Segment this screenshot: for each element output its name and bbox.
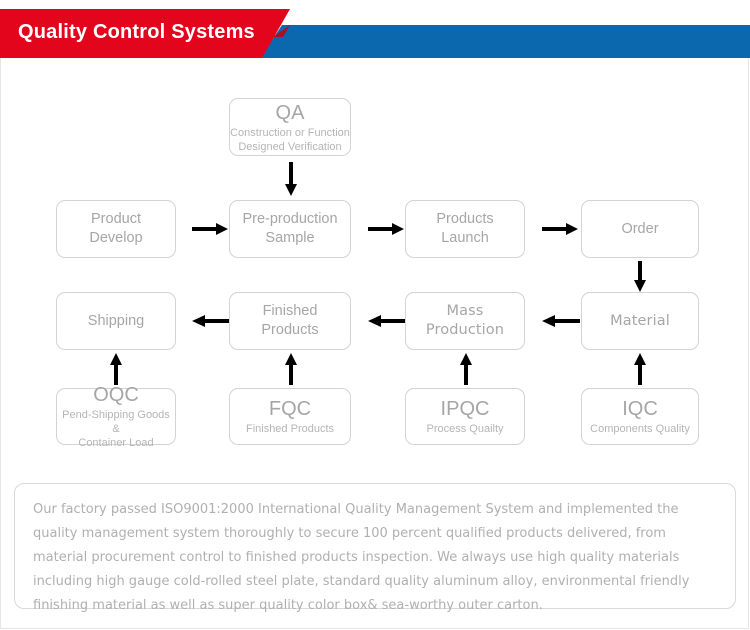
flow-node-products-launch-label: Products Launch: [436, 211, 494, 246]
quality-control-flowchart: QA Construction or Function Designed Ver…: [0, 58, 750, 473]
flow-node-pre-production-sample-label: Pre-production Sample: [242, 211, 338, 246]
arrow-products-launch-to-order: [542, 221, 580, 237]
arrow-mass-production-to-finished-products: [366, 313, 406, 329]
flow-node-finished-products-label: Finished Products: [261, 303, 319, 338]
flow-node-oqc-title: OQC: [93, 384, 139, 406]
header-blue-bar: [260, 25, 750, 58]
quality-statement-panel: Our factory passed ISO9001:2000 Internat…: [14, 483, 736, 613]
flow-node-material[interactable]: Material: [581, 292, 699, 350]
arrow-ipqc-to-mass-production: [459, 352, 473, 385]
flow-node-iqc-title: IQC: [622, 398, 658, 420]
flow-node-mass-production[interactable]: Mass Production: [405, 292, 525, 350]
page-title: Quality Control Systems: [18, 21, 255, 43]
arrow-oqc-to-shipping: [109, 352, 123, 385]
flow-node-product-develop[interactable]: Product Develop: [56, 200, 176, 258]
flow-node-fqc[interactable]: FQC Finished Products: [229, 388, 351, 445]
arrow-pre-production-to-products-launch: [368, 221, 406, 237]
flow-node-oqc-subtitle: Pend-Shipping Goods & Container Load: [62, 409, 170, 449]
flow-node-iqc[interactable]: IQC Components Quality: [581, 388, 699, 445]
arrow-qa-to-pre-production: [284, 162, 298, 198]
flow-node-fqc-subtitle: Finished Products: [245, 423, 335, 435]
header-banner: Quality Control Systems: [0, 0, 750, 60]
flow-node-order[interactable]: Order: [581, 200, 699, 258]
flow-node-pre-production-sample[interactable]: Pre-production Sample: [229, 200, 351, 258]
flow-node-iqc-subtitle: Components Quality: [590, 423, 690, 435]
flow-node-fqc-title: FQC: [268, 398, 312, 420]
flow-node-shipping[interactable]: Shipping: [56, 292, 176, 350]
flow-node-order-label: Order: [621, 220, 659, 237]
arrow-product-develop-to-pre-production: [192, 221, 230, 237]
flow-node-qa-title: QA: [275, 101, 305, 124]
flow-node-oqc[interactable]: OQC Pend-Shipping Goods & Container Load: [56, 384, 176, 449]
flow-node-ipqc[interactable]: IPQC Process Quailty: [405, 388, 525, 445]
flow-node-material-label: Material: [610, 312, 670, 329]
arrow-iqc-to-material: [633, 352, 647, 385]
arrow-finished-products-to-shipping: [190, 313, 230, 329]
arrow-material-to-mass-production: [540, 313, 580, 329]
flow-node-products-launch[interactable]: Products Launch: [405, 200, 525, 258]
flow-node-shipping-label: Shipping: [87, 312, 145, 329]
flow-node-finished-products[interactable]: Finished Products: [229, 292, 351, 350]
arrow-fqc-to-finished-products: [284, 352, 298, 385]
flow-node-mass-production-label: Mass Production: [425, 303, 505, 338]
flow-node-ipqc-title: IPQC: [440, 398, 490, 420]
quality-statement-text: Our factory passed ISO9001:2000 Internat…: [33, 502, 690, 613]
flow-node-ipqc-subtitle: Process Quailty: [426, 423, 504, 435]
flow-node-qa-subtitle: Construction or Function Designed Verifi…: [230, 126, 350, 153]
arrow-order-to-material: [633, 261, 647, 293]
flow-node-qa[interactable]: QA Construction or Function Designed Ver…: [229, 98, 351, 156]
quality-control-systems-page: Quality Control Systems QA Construction …: [0, 0, 750, 630]
flow-node-product-develop-label: Product Develop: [89, 211, 143, 246]
